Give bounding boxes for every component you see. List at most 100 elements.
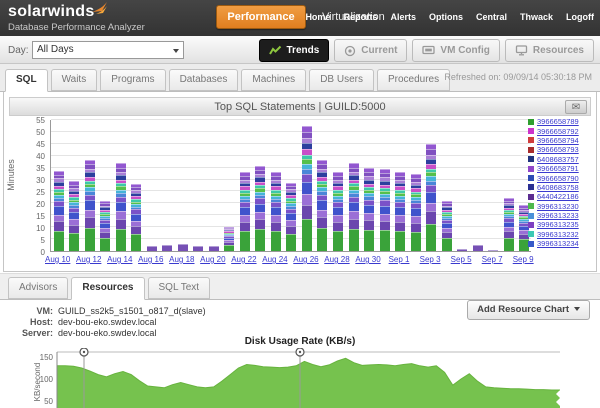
legend-sql-id-link: 3996313235 (537, 220, 579, 229)
legend-item[interactable]: 3966658789 (528, 117, 590, 126)
annotation-marker-dot (299, 351, 301, 353)
bar-segment (302, 182, 312, 195)
tab-databases[interactable]: Databases (169, 69, 239, 91)
sql-bar[interactable] (224, 227, 234, 251)
sql-bar[interactable] (147, 246, 157, 251)
app-window: solarwinds Database Performance Analyzer… (0, 0, 600, 408)
top-header: solarwinds Database Performance Analyzer… (0, 0, 600, 36)
bar-segment (131, 214, 141, 221)
legend-swatch (528, 222, 534, 228)
day-select[interactable]: All Days (32, 41, 184, 59)
view-button-current[interactable]: Current (334, 39, 407, 62)
legend-sql-id-link: 3966658789 (537, 117, 579, 126)
sql-bar[interactable] (380, 169, 390, 251)
bar-segment (302, 205, 312, 220)
legend-item[interactable]: 6440422186 (528, 192, 590, 201)
bar-segment (426, 211, 436, 224)
bar-segment (317, 217, 327, 228)
bar-segment (426, 224, 436, 251)
sql-bar[interactable] (504, 198, 514, 251)
nav-link-logoff[interactable]: Logoff (566, 12, 594, 22)
sql-bar[interactable] (131, 184, 141, 251)
disk-usage-chart[interactable]: 15010050KB/second (0, 348, 600, 408)
sql-bar[interactable] (457, 249, 467, 251)
sql-bar[interactable] (178, 244, 188, 251)
sql-bar[interactable] (349, 163, 359, 251)
tab-waits[interactable]: Waits (51, 69, 98, 91)
chart-header: Top SQL Statements | GUILD:5000 ✉ (9, 97, 591, 116)
legend-item[interactable]: 3966658791 (528, 164, 590, 173)
sql-bar[interactable] (317, 160, 327, 251)
sql-bar[interactable] (255, 166, 265, 251)
sql-bar[interactable] (240, 172, 250, 251)
legend-item[interactable]: 3996313232 (528, 230, 590, 239)
legend-item[interactable]: 6408683757 (528, 155, 590, 164)
tab-procedures[interactable]: Procedures (377, 69, 450, 91)
nav-link-central[interactable]: Central (476, 12, 507, 22)
detail-tab-advisors[interactable]: Advisors (8, 277, 68, 299)
legend-swatch (528, 175, 534, 181)
legend-item[interactable]: 3996313230 (528, 202, 590, 211)
sql-bar[interactable] (54, 171, 64, 251)
view-button-trends[interactable]: Trends (259, 39, 330, 62)
sql-bar[interactable] (411, 174, 421, 251)
bar-segment (116, 211, 126, 218)
bar-segment (69, 225, 79, 233)
detail-tab-resources[interactable]: Resources (71, 277, 144, 300)
performance-button[interactable]: Performance (216, 5, 306, 29)
legend-item[interactable]: 3966658793 (528, 145, 590, 154)
sql-bar[interactable] (395, 172, 405, 251)
nav-link-home[interactable]: Home (305, 12, 330, 22)
tab-db-users[interactable]: DB Users (309, 69, 374, 91)
sql-bar[interactable] (333, 172, 343, 251)
legend-item[interactable]: 3966658790 (528, 173, 590, 182)
monitor-icon (422, 45, 435, 56)
nav-link-thwack[interactable]: Thwack (520, 12, 553, 22)
legend-item[interactable]: 3996313235 (528, 220, 590, 229)
solarwinds-logo: solarwinds (8, 3, 95, 21)
legend-item[interactable]: 3966658792 (528, 126, 590, 135)
sql-bar[interactable] (100, 201, 110, 251)
chart-title: Top SQL Statements | GUILD:5000 (214, 101, 385, 113)
bar-segment (395, 231, 405, 251)
legend-item[interactable]: 3996313233 (528, 211, 590, 220)
chart-legend: 3966658789396665879239666587943966658793… (528, 117, 590, 248)
sql-bar[interactable] (271, 172, 281, 251)
sql-bar[interactable] (488, 250, 498, 251)
sql-bar[interactable] (302, 126, 312, 251)
bar-segment (255, 219, 265, 229)
detail-tabs: AdvisorsResourcesSQL Text (8, 277, 210, 300)
legend-item[interactable]: 6408683758 (528, 183, 590, 192)
legend-item[interactable]: 3996313234 (528, 239, 590, 248)
bar-segment (255, 204, 265, 213)
detail-tab-sql-text[interactable]: SQL Text (148, 277, 211, 299)
sql-bar[interactable] (193, 246, 203, 251)
nav-link-alerts[interactable]: Alerts (390, 12, 416, 22)
tab-sql[interactable]: SQL (5, 69, 48, 92)
sql-bar[interactable] (286, 183, 296, 251)
sql-bar[interactable] (442, 201, 452, 251)
tab-machines[interactable]: Machines (241, 69, 306, 91)
nav-link-reports[interactable]: Reports (343, 12, 377, 22)
sql-bar[interactable] (473, 245, 483, 251)
sql-bar[interactable] (426, 144, 436, 251)
bar-segment (349, 202, 359, 211)
sql-bar[interactable] (69, 181, 79, 251)
x-axis-date-link[interactable]: Sep 9 (501, 255, 545, 264)
view-button-vm-config[interactable]: VM Config (412, 39, 499, 62)
sql-bar[interactable] (85, 160, 95, 251)
legend-sql-id-link: 3996313234 (537, 239, 579, 248)
add-resource-chart-button[interactable]: Add Resource Chart (467, 300, 590, 320)
bar-segment (349, 211, 359, 218)
sql-bar[interactable] (162, 245, 172, 251)
email-icon[interactable]: ✉ (565, 100, 587, 114)
bar-segment (317, 200, 327, 209)
legend-item[interactable]: 3966658794 (528, 136, 590, 145)
view-button-resources[interactable]: Resources (505, 39, 594, 62)
tab-programs[interactable]: Programs (100, 69, 165, 91)
sql-bar[interactable] (116, 163, 126, 251)
vm-info-block: VM:GUILD_ss2k5_s1501_o817_d(slave)Host:d… (0, 305, 206, 338)
sql-bar[interactable] (209, 246, 219, 251)
nav-link-options[interactable]: Options (429, 12, 463, 22)
sql-bar[interactable] (364, 168, 374, 251)
